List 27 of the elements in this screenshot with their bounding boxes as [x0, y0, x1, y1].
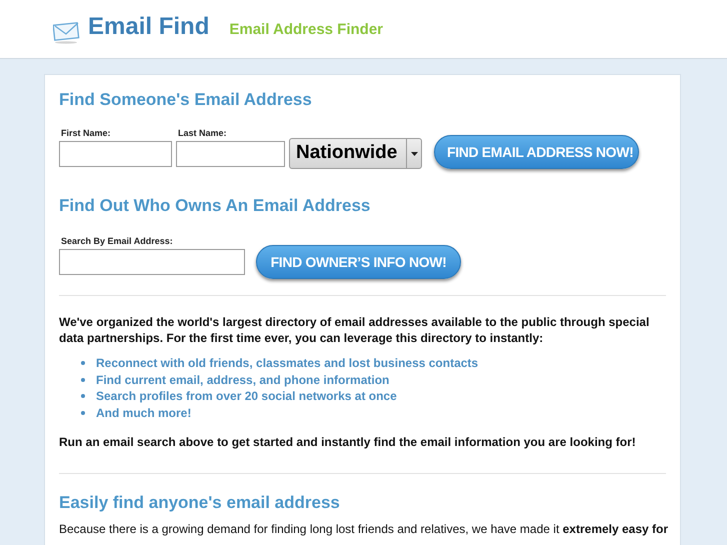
last-name-field[interactable]	[176, 141, 285, 167]
region-dropdown[interactable]: Nationwide	[289, 138, 422, 169]
email-field[interactable]	[59, 249, 245, 275]
find-email-button[interactable]: FIND EMAIL ADDRESS NOW!	[434, 135, 639, 169]
intro-paragraph: We've organized the world's largest directory of email addresses available to the public through special data partnerships. For the first time ever, you can leverage this directory to instantly:	[59, 314, 650, 346]
first-name-field[interactable]	[59, 141, 172, 167]
body-paragraph: Because there is a growing demand for finding long lost friends and relatives, we have made it extremely easy for	[59, 520, 666, 538]
bullet-icon	[81, 394, 85, 398]
find-owner-button[interactable]: FIND OWNER’S INFO NOW!	[256, 245, 461, 279]
feature-item: And much more!	[96, 404, 192, 422]
field-label: Search By Email Address:	[61, 234, 174, 248]
section-heading: Find Out Who Owns An Email Address	[59, 195, 372, 217]
envelope-icon	[53, 22, 81, 44]
site-tagline: Email Address Finder	[229, 20, 384, 40]
field-label: Last Name:	[178, 126, 228, 140]
bullet-icon	[81, 410, 85, 415]
caret-icon	[410, 152, 418, 156]
call-to-action: Run an email search above to get started and instantly find the email information you are looking for!	[59, 434, 637, 451]
section-heading: Find Someone's Email Address	[59, 89, 313, 111]
bullet-icon	[81, 361, 85, 366]
bullet-icon	[81, 378, 85, 382]
field-label: First Name:	[61, 126, 112, 140]
feature-item: Search profiles from over 20 social networks at once	[96, 388, 397, 406]
feature-item: Reconnect with old friends, classmates and lost business contacts	[96, 355, 478, 372]
section-heading: Easily find anyone's email address	[59, 492, 341, 514]
site-logo[interactable]: Email Find	[88, 9, 210, 45]
feature-item: Find current email, address, and phone information	[96, 372, 390, 389]
